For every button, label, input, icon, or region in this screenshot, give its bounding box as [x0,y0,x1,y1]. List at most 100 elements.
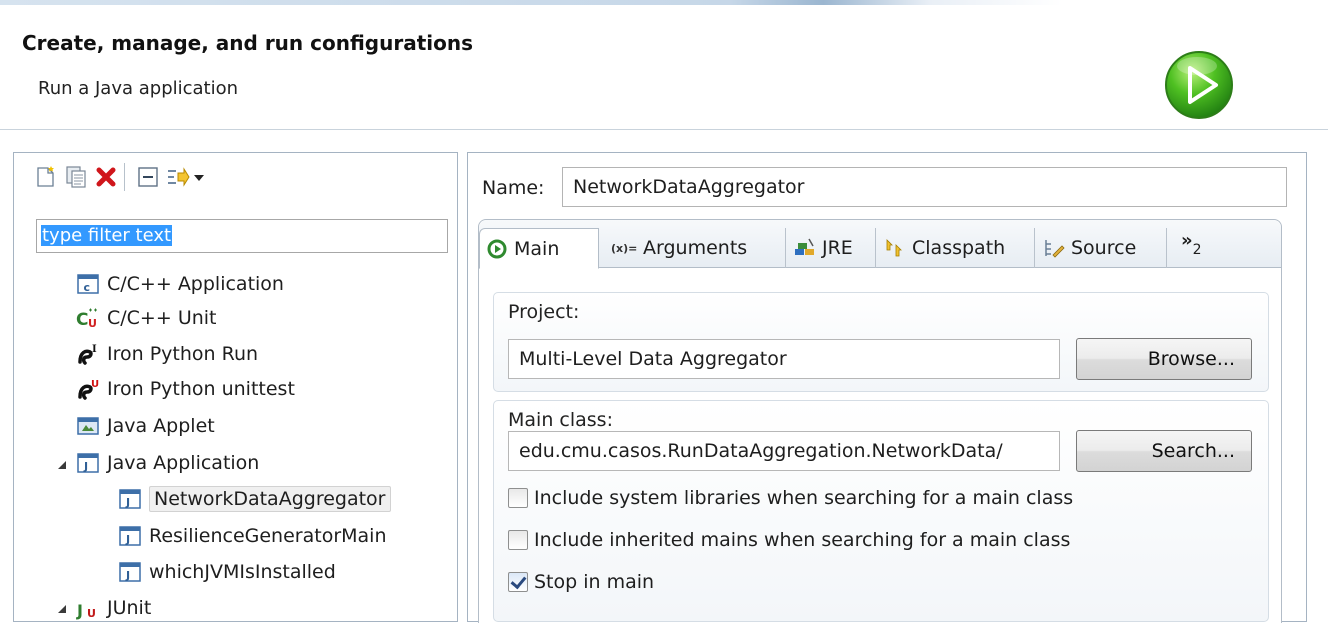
project-label: Project: [508,301,580,323]
tree-item-c-application[interactable]: c C/C++ Application [76,267,284,301]
collapse-all-icon[interactable] [136,165,160,189]
tree-item-label: NetworkDataAggregator [149,486,391,512]
dialog-subtitle: Run a Java application [38,78,239,99]
configuration-editor-panel: Name: NetworkDataAggregator Main (x)= Ar… [467,152,1307,623]
java-config-icon: J [119,489,141,509]
tree-item-label: Java Application [107,452,260,474]
expand-arrow-icon[interactable] [56,603,68,615]
main-class-input[interactable]: edu.cmu.casos.RunDataAggregation.Network… [508,431,1060,471]
jre-tab-icon [795,238,814,255]
java-config-icon: J [119,562,141,582]
svg-text:U: U [87,607,96,620]
tab-arguments[interactable]: (x)= Arguments [601,228,786,268]
tree-item-which-jvm-is-installed[interactable]: J whichJVMIsInstalled [118,555,336,589]
expand-arrow-icon[interactable] [56,459,68,471]
configuration-tree-panel: type filter text c C/C++ Application C U… [13,152,458,622]
tree-item-java-application[interactable]: J Java Application [76,446,259,480]
name-label: Name: [482,177,545,199]
filter-text: type filter text [41,225,173,246]
tab-folder: Main (x)= Arguments JRE Classpath Source… [478,219,1282,623]
svg-text:c: c [84,281,91,294]
tree-item-label: C/C++ Unit [107,307,217,329]
tree-item-iron-python-run[interactable]: I Iron Python Run [76,337,258,371]
tree-item-iron-python-unittest[interactable]: U Iron Python unittest [76,372,295,406]
tree-item-label: C/C++ Application [107,273,284,295]
duplicate-icon[interactable] [64,165,88,189]
browse-button[interactable]: Browse... [1076,338,1252,380]
tree-item-c-unit[interactable]: C U C/C++ Unit [76,301,217,335]
svg-text:J: J [76,601,83,620]
include-system-libraries-option[interactable]: Include system libraries when searching … [508,487,1073,509]
tree-item-junit[interactable]: J U JUnit [76,591,151,625]
tree-item-java-applet[interactable]: Java Applet [76,409,215,443]
java-applet-icon [77,417,99,435]
new-config-icon[interactable] [34,165,58,189]
search-button[interactable]: Search... [1076,430,1252,472]
ironpython-unittest-icon: U [78,379,99,400]
main-class-label: Main class: [508,409,613,431]
tab-label: Arguments [643,237,748,259]
svg-text:U: U [91,379,99,390]
tree-item-label: ResilienceGeneratorMain [149,525,387,547]
project-group: Project: Multi-Level Data Aggregator Bro… [493,292,1269,392]
junit-icon: J U [76,601,96,620]
svg-text:C: C [76,310,88,330]
c-unit-icon: C U [76,308,97,330]
project-input[interactable]: Multi-Level Data Aggregator [508,339,1060,379]
filter-input[interactable]: type filter text [36,219,448,253]
run-icon [1165,51,1233,119]
svg-text:(x)=: (x)= [611,242,637,255]
tree-item-resilience-generator-main[interactable]: J ResilienceGeneratorMain [118,519,386,553]
dropdown-icon[interactable] [192,165,206,189]
tree-item-label: Java Applet [107,415,215,437]
main-class-group: Main class: edu.cmu.casos.RunDataAggrega… [493,400,1269,622]
tree-item-label: Iron Python unittest [107,378,295,400]
c-app-icon: c [77,274,99,294]
svg-text:I: I [92,344,97,355]
tree-toolbar [14,153,457,203]
tab-label: Source [1071,237,1137,259]
tree-item-label: Iron Python Run [107,343,259,365]
java-config-icon: J [119,526,141,546]
delete-icon[interactable] [94,165,118,189]
tree-item-label: whichJVMIsInstalled [149,561,336,583]
dialog-title: Create, manage, and run configurations [22,31,473,55]
header-top-gradient [0,0,1328,5]
source-tab-icon [1045,240,1065,258]
tab-label: Main [514,237,560,260]
include-inherited-mains-checkbox[interactable] [508,530,528,550]
ironpython-run-icon: I [78,344,97,365]
svg-text:J: J [125,533,130,546]
option-label: Include inherited mains when searching f… [534,529,1071,551]
toolbar-separator [124,163,125,191]
svg-text:J: J [125,496,130,509]
overflow-count: 2 [1192,242,1202,258]
tab-overflow-button[interactable]: » 2 [1175,228,1215,268]
stop-in-main-checkbox[interactable] [508,572,528,592]
option-label: Stop in main [534,571,655,593]
arguments-tab-icon: (x)= [611,242,637,255]
tab-strip: Main (x)= Arguments JRE Classpath Source… [479,220,1281,269]
java-app-icon: J [77,453,99,473]
tab-source[interactable]: Source [1037,228,1167,268]
main-tab-icon [487,239,507,258]
filter-icon[interactable] [166,165,190,189]
option-label: Include system libraries when searching … [534,487,1074,509]
overflow-glyph: » [1181,229,1193,251]
tab-jre[interactable]: JRE [788,228,876,268]
svg-text:J: J [125,569,130,582]
tab-classpath[interactable]: Classpath [878,228,1035,268]
include-inherited-mains-option[interactable]: Include inherited mains when searching f… [508,529,1070,551]
tab-main[interactable]: Main [479,228,599,269]
include-system-libraries-checkbox[interactable] [508,488,528,508]
name-input[interactable]: NetworkDataAggregator [562,167,1287,207]
tab-label: Classpath [912,237,1006,259]
tree-item-network-data-aggregator[interactable]: J NetworkDataAggregator [118,482,391,516]
svg-text:J: J [83,460,88,473]
svg-text:U: U [88,317,97,330]
stop-in-main-option[interactable]: Stop in main [508,571,654,593]
classpath-tab-icon [886,239,902,257]
tab-label: JRE [822,237,853,259]
dialog-header: Create, manage, and run configurations R… [0,0,1328,130]
tree-item-label: JUnit [107,597,152,619]
